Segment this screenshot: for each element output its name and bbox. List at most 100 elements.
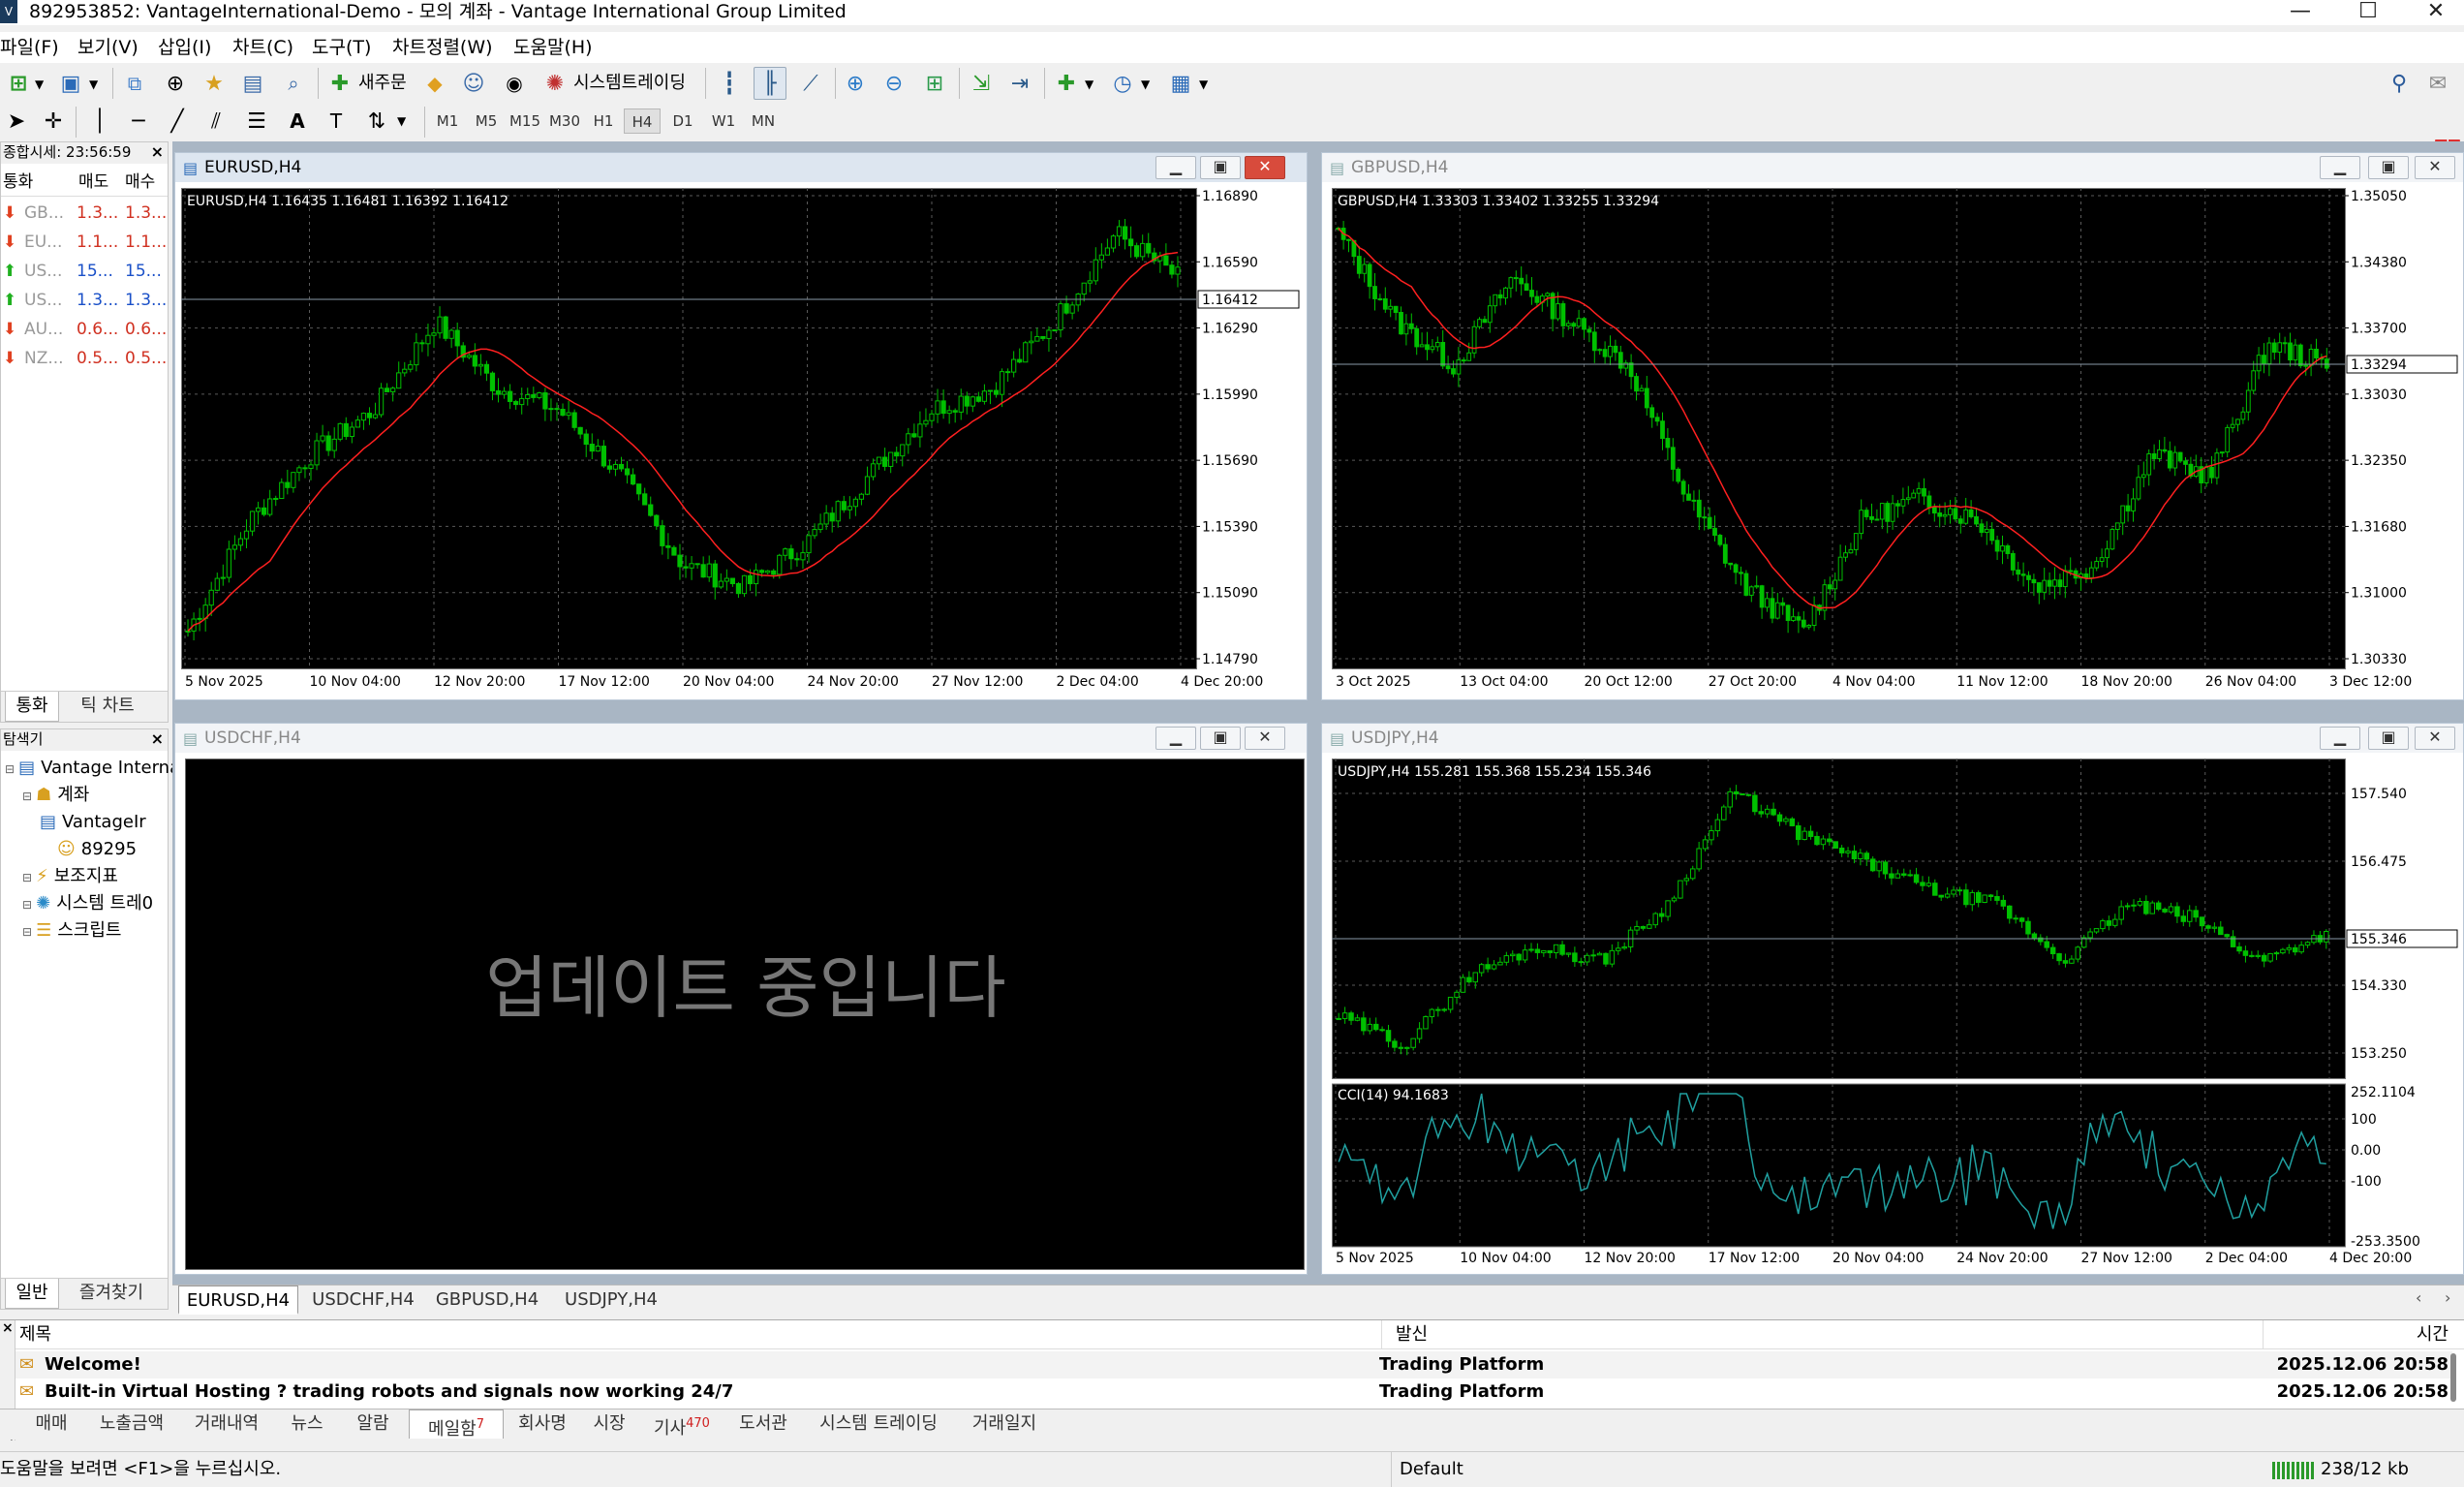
period-m30[interactable]: M30 (544, 108, 585, 134)
chart-window-usdjpy[interactable]: ▤ USDJPY,H4 ▁ ▣ ✕ 5 Nov 2025 10 Nov 04:00… (1321, 723, 2464, 1275)
list-item[interactable]: ⬆ US... 1.3... 1.3... (1, 286, 168, 315)
indicators-button[interactable]: ✚ (1050, 67, 1083, 100)
candlestick-button[interactable]: ╟ (754, 67, 786, 100)
channel-button[interactable]: ⫽ (200, 105, 232, 138)
menu-charts[interactable]: 차트(C) (232, 32, 293, 63)
col-ask[interactable]: 매수 (125, 168, 155, 197)
expand-icon[interactable]: ⊟ (22, 925, 32, 939)
terminal-tab[interactable]: 거래내역 (182, 1410, 271, 1439)
period-m1[interactable]: M1 (428, 108, 467, 134)
list-item[interactable]: ⬇ AU... 0.6... 0.6... (1, 315, 168, 344)
strategy-tester-button[interactable]: ⌕ (277, 67, 310, 100)
auto-scroll-button[interactable]: ⇲ (965, 67, 998, 100)
search-button[interactable]: ⚲ (2383, 67, 2416, 100)
tree-item[interactable]: ⊟ ☗ 계좌 (22, 782, 89, 809)
tab-symbols[interactable]: 통화 (5, 692, 59, 722)
period-h1[interactable]: H1 (585, 108, 622, 134)
community-button[interactable]: ☺ (457, 67, 490, 100)
menu-view[interactable]: 보기(V) (77, 32, 139, 63)
expand-icon[interactable]: ⊟ (5, 762, 15, 776)
chart-close-button[interactable]: ✕ (2415, 156, 2455, 179)
chart-window-eurusd[interactable]: ▤ EURUSD,H4 ▁ ▣ ✕ 1.16890 1.16590 1.16290 1… (174, 152, 1308, 700)
horizontal-line-button[interactable]: ─ (122, 105, 155, 138)
tab-common[interactable]: 일반 (5, 1279, 59, 1309)
dropdown-arrow-icon[interactable]: ▼ (89, 77, 98, 91)
vertical-line-button[interactable]: │ (83, 105, 116, 138)
terminal-tab[interactable]: 알람 (343, 1410, 403, 1439)
chart-window-titlebar[interactable]: ▤ GBPUSD,H4 ▁ ▣ ✕ (1322, 153, 2463, 182)
text-button[interactable]: A (281, 105, 314, 138)
chart-close-button[interactable]: ✕ (2415, 727, 2455, 750)
chart-tab-usdjpy[interactable]: USDJPY,H4 (552, 1286, 670, 1315)
templates-button[interactable]: ▦ (1164, 67, 1197, 100)
arrows-button[interactable]: ⇅ (360, 105, 393, 138)
terminal-tab[interactable]: 뉴스 (277, 1410, 337, 1439)
period-w1[interactable]: W1 (705, 108, 742, 134)
tabs-scroll-right-icon[interactable]: › (2445, 1288, 2450, 1307)
chart-maximize-button[interactable]: ▣ (2368, 156, 2409, 179)
list-item[interactable]: ⬆ US... 15... 15... (1, 257, 168, 286)
terminal-tab[interactable]: 노출금액 (87, 1410, 176, 1439)
chart-minimize-button[interactable]: ▁ (2320, 156, 2360, 179)
usdchf-chart[interactable]: 업데이트 중입니다 (185, 759, 1305, 1270)
usdjpy-chart[interactable]: 5 Nov 2025 10 Nov 04:00 12 Nov 20:00 17 Nov… (1332, 759, 2461, 1272)
tree-item[interactable]: ☺ 89295 (57, 836, 137, 863)
profiles-button[interactable]: ▣ (54, 67, 87, 100)
tabs-scroll-left-icon[interactable]: ‹ (2416, 1288, 2421, 1307)
col-symbol[interactable]: 통화 (3, 168, 33, 197)
terminal-tab[interactable]: 거래일지 (957, 1410, 1052, 1439)
chart-maximize-button[interactable]: ▣ (1200, 727, 1241, 750)
chart-minimize-button[interactable]: ▁ (1155, 727, 1196, 750)
terminal-scrollbar[interactable] (2450, 1353, 2456, 1402)
close-panel-icon[interactable]: × (151, 729, 164, 749)
periods-button[interactable]: ◷ (1106, 67, 1139, 100)
fibonacci-button[interactable]: ☰ (240, 105, 273, 138)
trendline-button[interactable]: ╱ (161, 105, 194, 138)
new-order-icon-button[interactable]: ✚ (323, 67, 356, 100)
maximize-button[interactable]: ☐ (2334, 0, 2402, 25)
period-h4[interactable]: H4 (624, 108, 661, 134)
chart-minimize-button[interactable]: ▁ (1155, 156, 1196, 179)
market-watch-button[interactable]: ⧉ (118, 67, 151, 100)
close-panel-icon[interactable]: × (151, 142, 164, 162)
period-d1[interactable]: D1 (664, 108, 701, 134)
col-bid[interactable]: 매도 (78, 168, 108, 197)
list-item[interactable]: ⬇ NZ... 0.5... 0.5... (1, 344, 168, 373)
minimize-button[interactable]: — (2266, 0, 2334, 25)
chart-tab-usdchf[interactable]: USDCHF,H4 (304, 1286, 422, 1315)
table-row[interactable]: ✉ Welcome! Trading Platform 2025.12.06 2… (15, 1351, 2452, 1379)
period-mn[interactable]: MN (744, 108, 783, 134)
terminal-tab[interactable]: 회사명 (509, 1410, 575, 1439)
chart-maximize-button[interactable]: ▣ (1200, 156, 1241, 179)
dropdown-arrow-icon[interactable]: ▼ (1085, 77, 1093, 91)
line-chart-button[interactable]: ⟋ (794, 67, 827, 100)
dropdown-arrow-icon[interactable]: ▼ (35, 77, 44, 91)
chart-window-titlebar[interactable]: ▤ USDCHF,H4 ▁ ▣ ✕ (175, 724, 1307, 753)
period-m15[interactable]: M15 (506, 108, 544, 134)
col-subject[interactable]: 제목 (19, 1320, 51, 1349)
menu-help[interactable]: 도움말(H) (513, 32, 593, 63)
chart-close-button[interactable]: ✕ (1245, 156, 1285, 179)
bar-chart-button[interactable]: ┇ (713, 67, 746, 100)
terminal-tab[interactable]: 시장 (581, 1410, 637, 1439)
navigator-button[interactable]: ★ (198, 67, 231, 100)
table-row[interactable]: ✉ Built-in Virtual Hosting ? trading rob… (15, 1379, 2452, 1406)
eurusd-chart[interactable]: 1.16890 1.16590 1.16290 1.15990 1.15690 1.153… (181, 188, 1303, 697)
auto-trading-icon-button[interactable]: ✺ (539, 67, 571, 100)
tree-item[interactable]: ⊟ ⚡ 보조지표 (22, 863, 118, 890)
menu-tools[interactable]: 도구(T) (312, 32, 371, 63)
chart-minimize-button[interactable]: ▁ (2320, 727, 2360, 750)
menu-insert[interactable]: 삽입(I) (158, 32, 211, 63)
list-item[interactable]: ⬇ EU... 1.1... 1.1... (1, 228, 168, 257)
terminal-tab[interactable]: 기사470 (643, 1410, 721, 1439)
cursor-button[interactable]: ➤ (0, 105, 33, 138)
period-m5[interactable]: M5 (467, 108, 506, 134)
close-window-button[interactable]: ✕ (2402, 0, 2464, 25)
chart-maximize-button[interactable]: ▣ (2368, 727, 2409, 750)
tile-windows-button[interactable]: ⊞ (918, 67, 951, 100)
tab-tick-chart[interactable]: 틱 차트 (63, 692, 152, 721)
chart-window-titlebar[interactable]: ▤ USDJPY,H4 ▁ ▣ ✕ (1322, 724, 2463, 753)
menu-window[interactable]: 차트정렬(W) (392, 32, 493, 63)
auto-trading-button[interactable]: 시스템트레이딩 (573, 66, 686, 101)
chart-window-usdchf[interactable]: ▤ USDCHF,H4 ▁ ▣ ✕ 업데이트 중입니다 (174, 723, 1308, 1275)
